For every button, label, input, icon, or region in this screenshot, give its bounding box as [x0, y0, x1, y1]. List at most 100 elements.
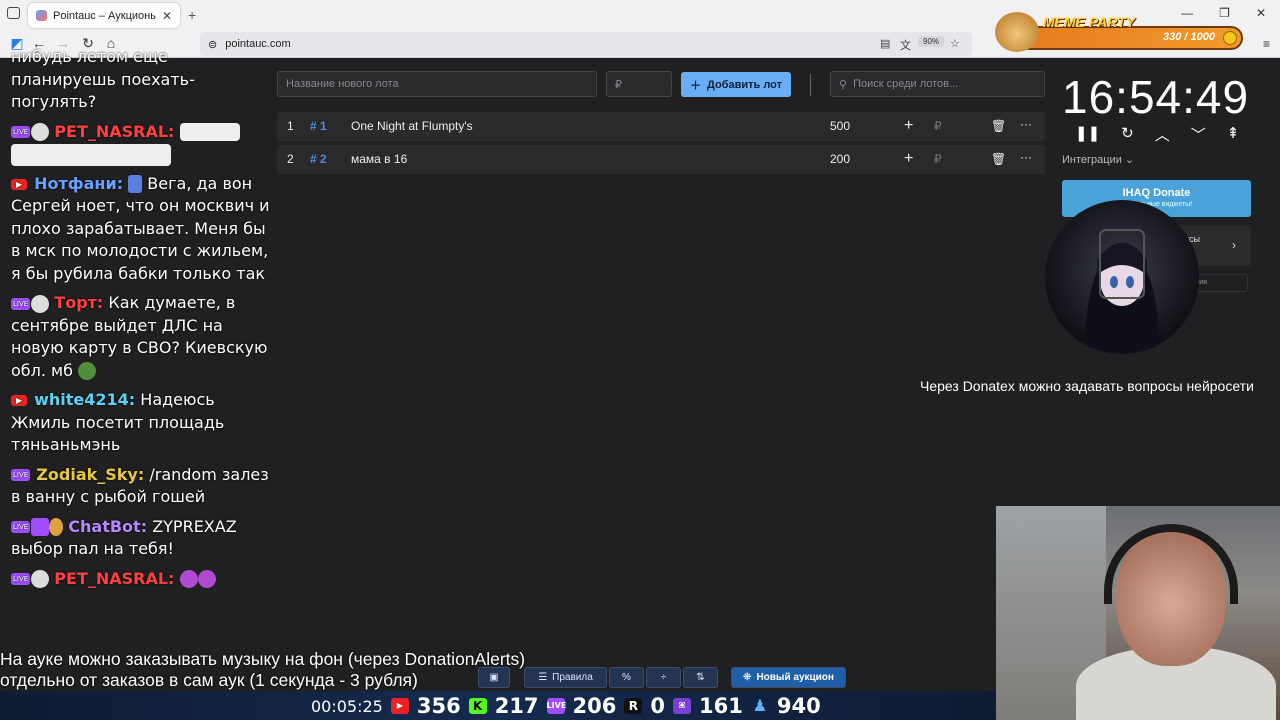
- donate-title: IHAQ Donate: [1122, 187, 1191, 199]
- live-icon: LIVE: [11, 126, 31, 138]
- timer-controls: ❚❚ ↻ ︿ ﹀ ⇞: [1075, 124, 1239, 145]
- lot-name-input[interactable]: Название нового лота: [277, 71, 597, 97]
- double-chevron-up-icon[interactable]: ⇞: [1227, 124, 1240, 145]
- total-viewers: 940: [776, 694, 821, 718]
- rutube-viewers: 0: [650, 694, 666, 718]
- anime-girl-icon: [1085, 229, 1159, 350]
- pepe-emote-icon: [78, 362, 97, 380]
- rules-label: Правила: [552, 672, 593, 683]
- new-tab-icon[interactable]: +: [188, 7, 196, 23]
- chevron-up-icon[interactable]: ︿: [1155, 124, 1170, 145]
- meme-party-counter: 330 / 1000: [1163, 31, 1215, 43]
- avatar-emote-icon: [31, 294, 50, 313]
- youtube-icon: ▶: [11, 395, 27, 406]
- tab-list-icon[interactable]: [7, 7, 20, 19]
- pause-icon[interactable]: ❚❚: [1075, 124, 1100, 145]
- add-lot-label: Добавить лот: [706, 78, 782, 91]
- vk-live-icon: LIVE: [546, 698, 566, 714]
- live-icon: LIVE: [11, 521, 31, 533]
- lot-row[interactable]: 2 # 2 мама в 16 200 + ₽ 🗑 ···: [277, 145, 1045, 174]
- new-auction-icon: ⁜: [743, 672, 752, 683]
- chevron-down-icon[interactable]: ﹀: [1191, 124, 1206, 145]
- kick-viewers: 217: [494, 694, 539, 718]
- chevron-right-icon: ›: [1232, 238, 1236, 252]
- viewers-icon: ♟: [752, 696, 768, 715]
- live-icon: LIVE: [11, 469, 31, 481]
- chat-nick: ChatBot:: [68, 516, 148, 536]
- music-caption-line: На ауке можно заказывать музыку на фон (…: [0, 649, 526, 669]
- chat-message: LIVE Торт: Как думаете, в сентябре выйде…: [0, 292, 275, 382]
- delete-icon[interactable]: 🗑: [991, 152, 1006, 166]
- shield-icon: [128, 175, 143, 193]
- rules-button[interactable]: ☰ Правила: [524, 667, 607, 688]
- translate-icon[interactable]: 文: [900, 37, 911, 53]
- bookmark-star-icon[interactable]: ☆: [950, 37, 960, 50]
- chat-text: нибудь летом еще планируешь поехать-погу…: [11, 47, 195, 111]
- chat-nick: Zodiak_Sky:: [36, 464, 145, 484]
- chat-message: ▶ white4214: Надеюсь Жмиль посетит площа…: [0, 389, 275, 457]
- toolbar-divider: [810, 74, 811, 96]
- search-icon: ⚲: [839, 78, 848, 91]
- youtube-viewers: 356: [416, 694, 461, 718]
- chat-message: нибудь летом еще планируешь поехать-погу…: [0, 46, 275, 114]
- more-options-icon[interactable]: ···: [1020, 117, 1032, 131]
- stream-stats: 00:05:25 ▶ 356 K 217 LIVE 206 R0 ⌘ 161 ♟ 940: [311, 694, 821, 718]
- chat-nick: Торт:: [54, 293, 104, 312]
- reset-icon[interactable]: ↻: [1121, 124, 1134, 145]
- vtuber-avatar: [1045, 200, 1199, 354]
- close-window-icon[interactable]: ✕: [1256, 6, 1266, 20]
- lot-row[interactable]: 1 # 1 One Night at Flumpty's 500 + ₽ 🗑 ·…: [277, 112, 1045, 141]
- lot-amount-input[interactable]: ₽: [606, 71, 672, 97]
- browser-tab[interactable]: Pointauc – Аукционы, лотереи ✕: [28, 3, 180, 28]
- add-amount-icon[interactable]: +: [904, 150, 913, 168]
- lot-search-placeholder: Поиск среди лотов...: [853, 78, 959, 90]
- webcam-feed: [996, 506, 1280, 720]
- trovo-viewers: 161: [699, 694, 743, 718]
- chat-overlay: нибудь летом еще планируешь поехать-погу…: [0, 46, 275, 597]
- menu-icon[interactable]: ≡: [1263, 37, 1270, 51]
- chat-nick: white4214:: [34, 390, 136, 409]
- add-amount-icon[interactable]: +: [904, 117, 913, 135]
- trovo-icon: ⌘: [673, 698, 692, 714]
- new-auction-label: Новый аукцион: [756, 672, 834, 683]
- chat-message: LIVE ChatBot: ZYPREXAZ выбор пал на тебя…: [0, 516, 275, 561]
- youtube-icon: ▶: [390, 698, 409, 714]
- lot-index: 2: [287, 152, 294, 166]
- lot-amount-placeholder: ₽: [615, 78, 622, 91]
- new-auction-button[interactable]: ⁜ Новый аукцион: [731, 667, 846, 688]
- chat-nick: PET_NASRAL:: [54, 121, 175, 141]
- chat-message: LIVE Zodiak_Sky: /random залез в ванну с…: [0, 464, 275, 509]
- lot-amount[interactable]: 200: [830, 152, 850, 166]
- music-caption: На ауке можно заказывать музыку на фон (…: [0, 649, 525, 691]
- purple-emote-icon: [197, 570, 216, 588]
- chat-message: LIVE PET_NASRAL:: [0, 121, 275, 166]
- vk-live-viewers: 206: [572, 694, 617, 718]
- lot-name[interactable]: мама в 16: [351, 152, 407, 166]
- clown-emote-row-icon: [11, 143, 171, 166]
- sort-icon: ⇅: [696, 672, 705, 683]
- meme-party-widget: MEME PARTY 330 / 1000: [995, 12, 1245, 52]
- zoom-level[interactable]: 90%: [918, 36, 945, 47]
- chat-nick: Нотфани:: [34, 173, 124, 193]
- percent-button[interactable]: %: [609, 667, 644, 688]
- more-options-icon[interactable]: ···: [1020, 150, 1032, 164]
- reader-mode-icon[interactable]: ▤: [880, 37, 890, 50]
- delete-icon[interactable]: 🗑: [991, 119, 1006, 133]
- integrations-dropdown[interactable]: Интеграции ⌄: [1062, 153, 1134, 166]
- lot-amount[interactable]: 500: [830, 119, 850, 133]
- close-tab-icon[interactable]: ✕: [162, 9, 172, 23]
- lot-search-input[interactable]: ⚲ Поиск среди лотов...: [830, 71, 1045, 97]
- lot-index: 1: [287, 119, 294, 133]
- rules-icon: ☰: [538, 672, 548, 683]
- youtube-icon: ▶: [11, 178, 27, 190]
- sort-button[interactable]: ⇅: [683, 667, 718, 688]
- add-lot-button[interactable]: ＋ Добавить лот: [681, 72, 791, 97]
- lot-name[interactable]: One Night at Flumpty's: [351, 119, 473, 133]
- chat-message: LIVE PET_NASRAL:: [0, 568, 275, 591]
- split-button[interactable]: ÷: [646, 667, 681, 688]
- chat-message: ▶ Нотфани: Вега, да вон Сергей ноет, что…: [0, 173, 275, 286]
- address-bar[interactable]: ⊜ pointauc.com ▤ 文 90% ☆: [200, 32, 972, 56]
- plus-icon: ＋: [689, 79, 701, 92]
- auction-timer: 16:54:49: [1062, 71, 1250, 123]
- stream-uptime: 00:05:25: [311, 696, 383, 716]
